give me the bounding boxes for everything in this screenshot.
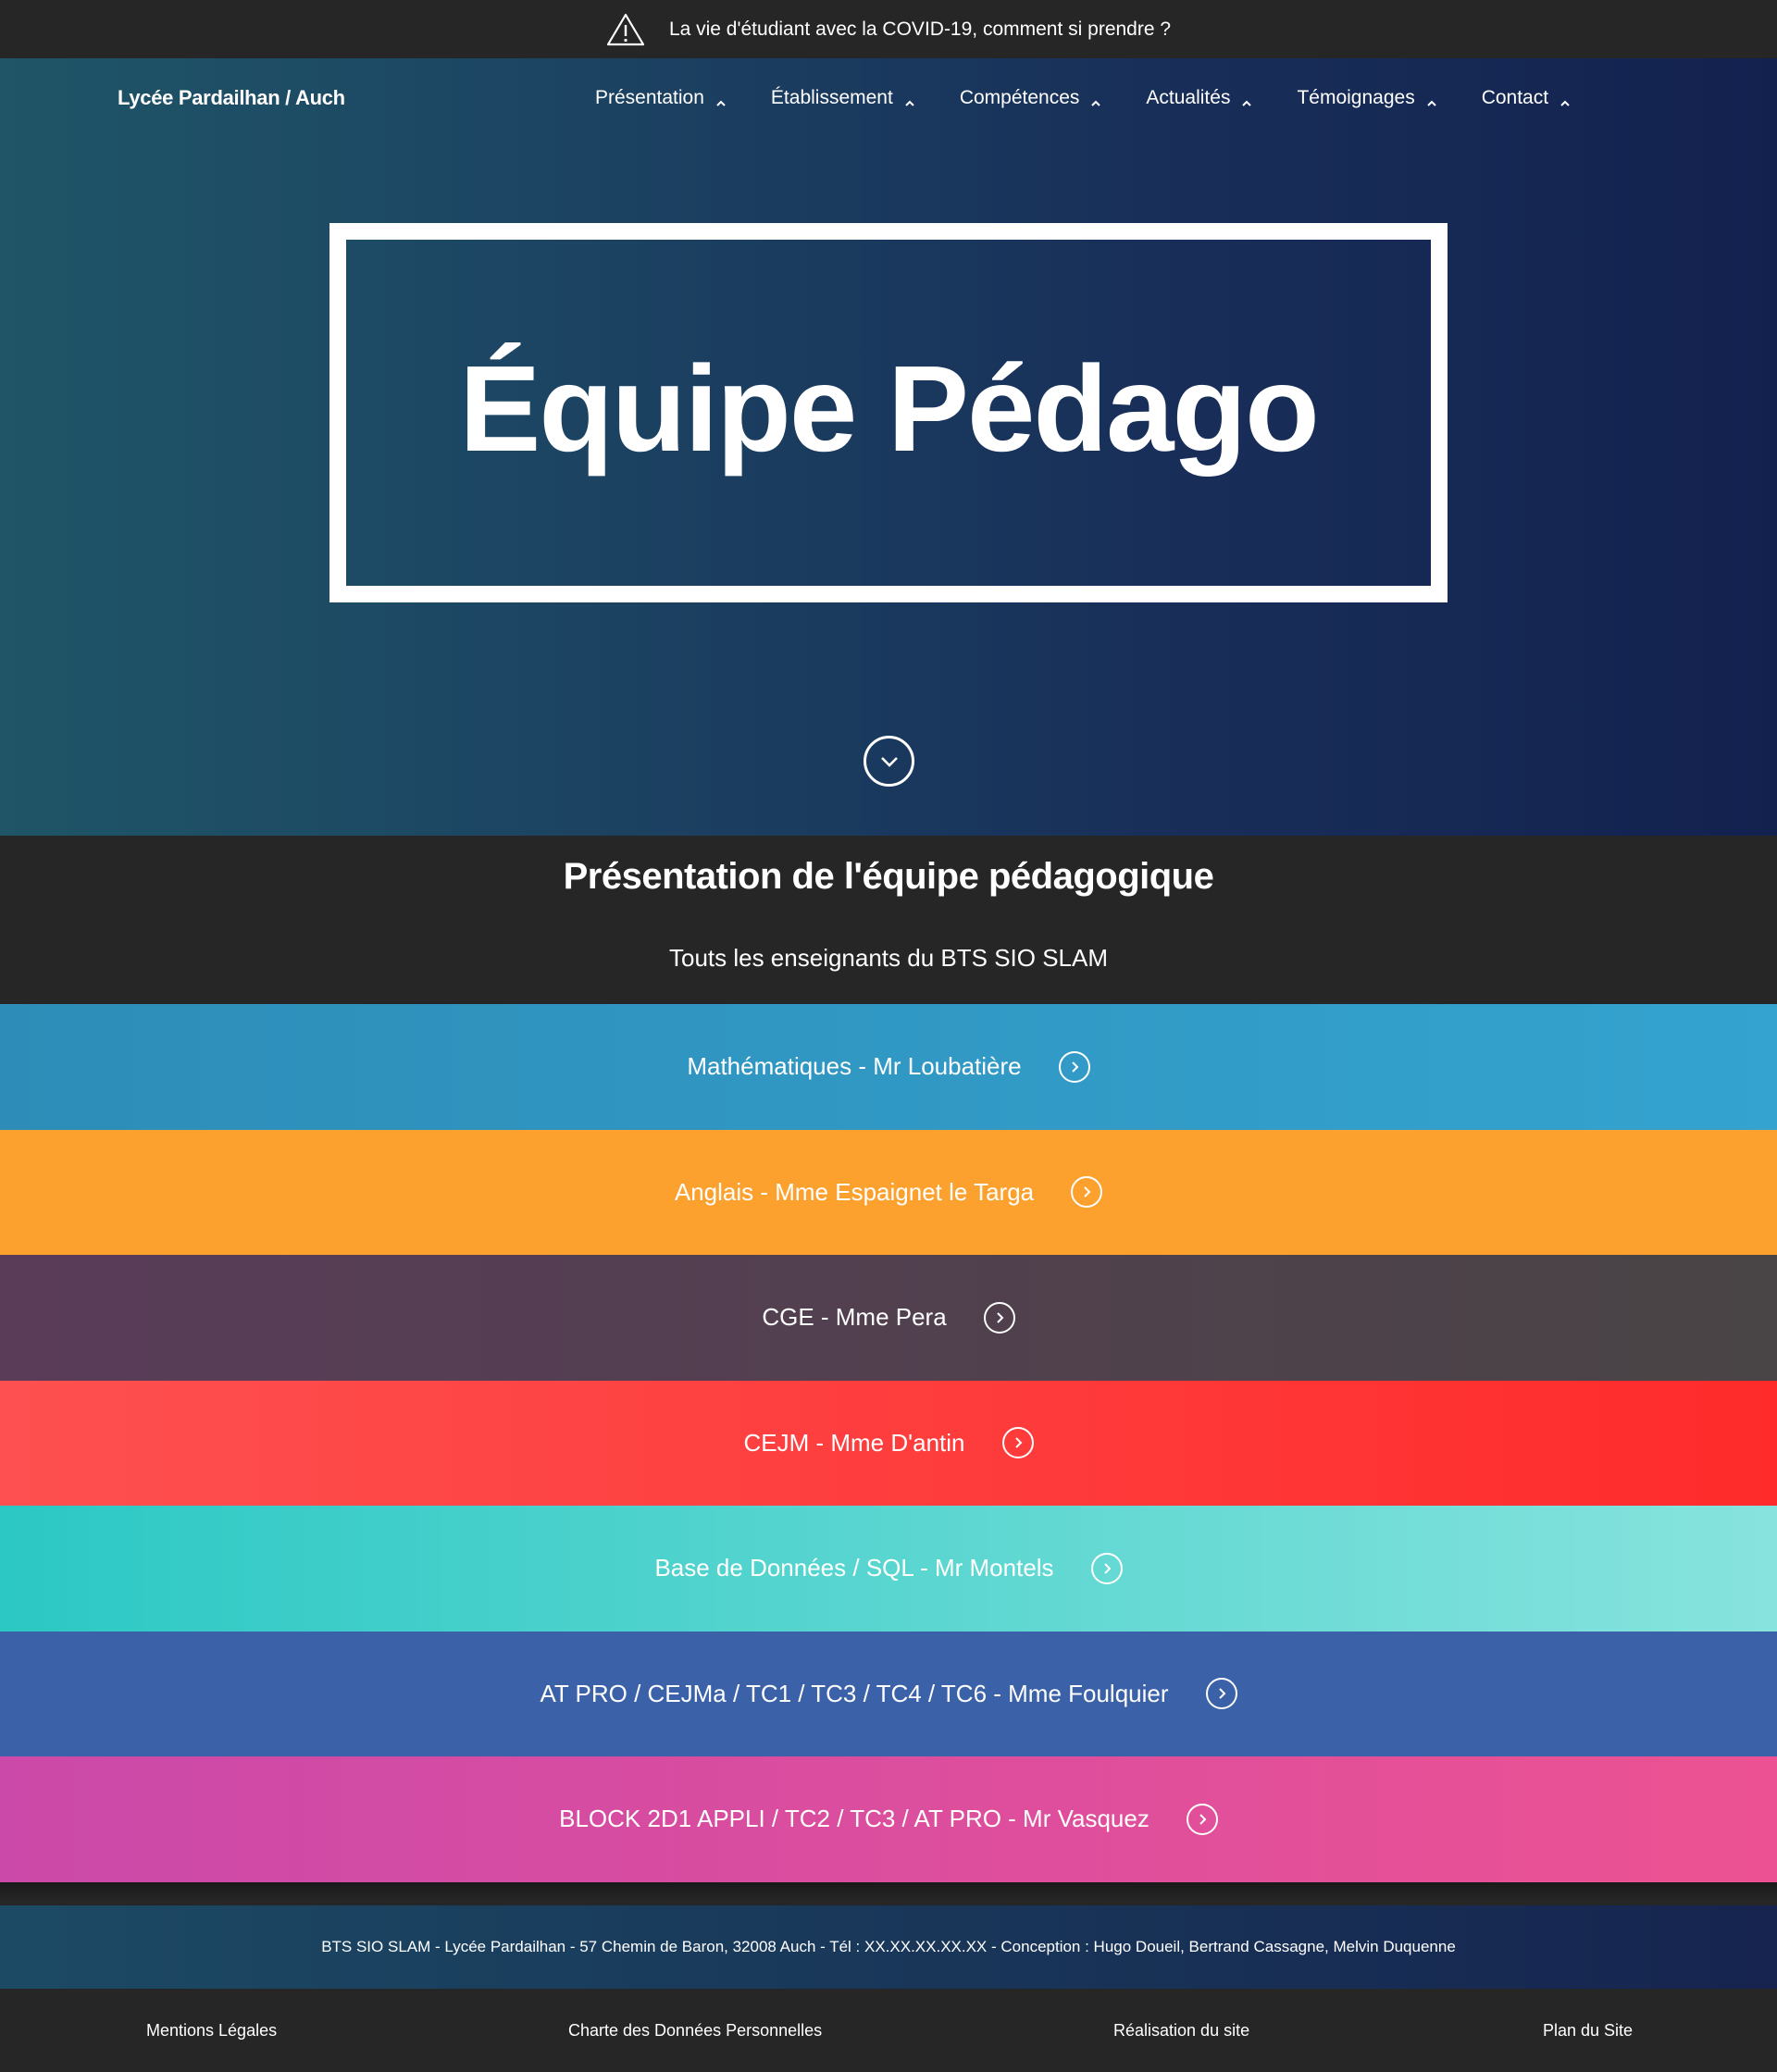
chevron-up-icon [904,93,915,106]
teacher-label: Base de Données / SQL - Mr Montels [654,1554,1054,1582]
site-brand[interactable]: Lycée Pardailhan / Auch [118,86,345,110]
teacher-label: AT PRO / CEJMa / TC1 / TC3 / TC4 / TC6 -… [540,1679,1169,1707]
chevron-right-circle-icon [1001,1427,1034,1459]
chevron-down-circle-icon[interactable] [864,736,914,787]
teacher-row-at-pro-foulquier[interactable]: AT PRO / CEJMa / TC1 / TC3 / TC4 / TC6 -… [0,1631,1777,1756]
chevron-up-icon [1090,93,1101,106]
nav-label: Compétences [959,87,1080,108]
nav-item-competences[interactable]: Compétences [960,87,1102,109]
chevron-right-circle-icon [1090,1552,1123,1584]
nav-item-presentation[interactable]: Présentation [595,87,727,109]
intro-section: Présentation de l'équipe pédagogique Tou… [0,836,1777,1004]
footer-info: BTS SIO SLAM - Lycée Pardailhan - 57 Che… [0,1905,1777,1989]
hero-section: Lycée Pardailhan / Auch Présentation Éta… [0,58,1777,836]
chevron-up-icon [1560,93,1571,106]
chevron-up-icon [1241,93,1252,106]
teacher-row-bdd-sql[interactable]: Base de Données / SQL - Mr Montels [0,1506,1777,1632]
chevron-right-circle-icon [1186,1803,1218,1835]
teacher-row-mathematiques[interactable]: Mathématiques - Mr Loubatière [0,1004,1777,1130]
teacher-label: Anglais - Mme Espaignet le Targa [674,1177,1035,1206]
nav-item-temoignages[interactable]: Témoignages [1297,87,1436,109]
chevron-up-icon [1426,93,1437,106]
footer-info-text: BTS SIO SLAM - Lycée Pardailhan - 57 Che… [321,1938,1456,1955]
footer-link-mentions-legales[interactable]: Mentions Légales [146,2021,277,2041]
nav-label: Établissement [770,87,893,108]
chevron-right-circle-icon [983,1301,1015,1334]
teacher-label: CGE - Mme Pera [762,1303,947,1332]
section-heading: Présentation de l'équipe pédagogique [563,856,1214,897]
page-title: Équipe Pédago [459,340,1319,477]
nav-label: Actualités [1146,87,1231,108]
teacher-row-cge[interactable]: CGE - Mme Pera [0,1255,1777,1381]
teacher-row-cejm[interactable]: CEJM - Mme D'antin [0,1380,1777,1506]
warning-icon [606,13,645,46]
hero-title-box: Équipe Pédago [329,223,1448,602]
teacher-list: Mathématiques - Mr Loubatière Anglais - … [0,1004,1777,1901]
nav-item-actualites[interactable]: Actualités [1146,87,1252,109]
nav-item-etablissement[interactable]: Établissement [771,87,915,109]
teacher-label: BLOCK 2D1 APPLI / TC2 / TC3 / AT PRO - M… [559,1805,1149,1833]
alert-text[interactable]: La vie d'étudiant avec la COVID-19, comm… [669,19,1171,41]
teacher-label: CEJM - Mme D'antin [743,1428,965,1457]
main-nav: Présentation Établissement Compétences A… [595,87,1571,109]
chevron-right-circle-icon [1058,1050,1090,1083]
chevron-right-circle-icon [1205,1678,1237,1710]
teacher-row-anglais[interactable]: Anglais - Mme Espaignet le Targa [0,1129,1777,1255]
covid-alert-bar[interactable]: La vie d'étudiant avec la COVID-19, comm… [0,0,1777,58]
footer-link-realisation[interactable]: Réalisation du site [1113,2021,1249,2041]
section-subheading: Touts les enseignants du BTS SIO SLAM [668,944,1109,972]
nav-label: Témoignages [1297,87,1415,108]
nav-item-contact[interactable]: Contact [1482,87,1571,109]
nav-label: Contact [1481,87,1549,108]
nav-label: Présentation [595,87,704,108]
teacher-label: Mathématiques - Mr Loubatière [687,1052,1022,1081]
footer-link-charte-donnees[interactable]: Charte des Données Personnelles [568,2021,822,2041]
teacher-row-block-2d1-vasquez[interactable]: BLOCK 2D1 APPLI / TC2 / TC3 / AT PRO - M… [0,1756,1777,1882]
chevron-up-icon [715,93,727,106]
footer-links: Mentions Légales Charte des Données Pers… [0,1989,1777,2072]
footer-link-plan-du-site[interactable]: Plan du Site [1543,2021,1633,2041]
list-shadow [0,1881,1777,1901]
chevron-right-circle-icon [1071,1176,1103,1209]
